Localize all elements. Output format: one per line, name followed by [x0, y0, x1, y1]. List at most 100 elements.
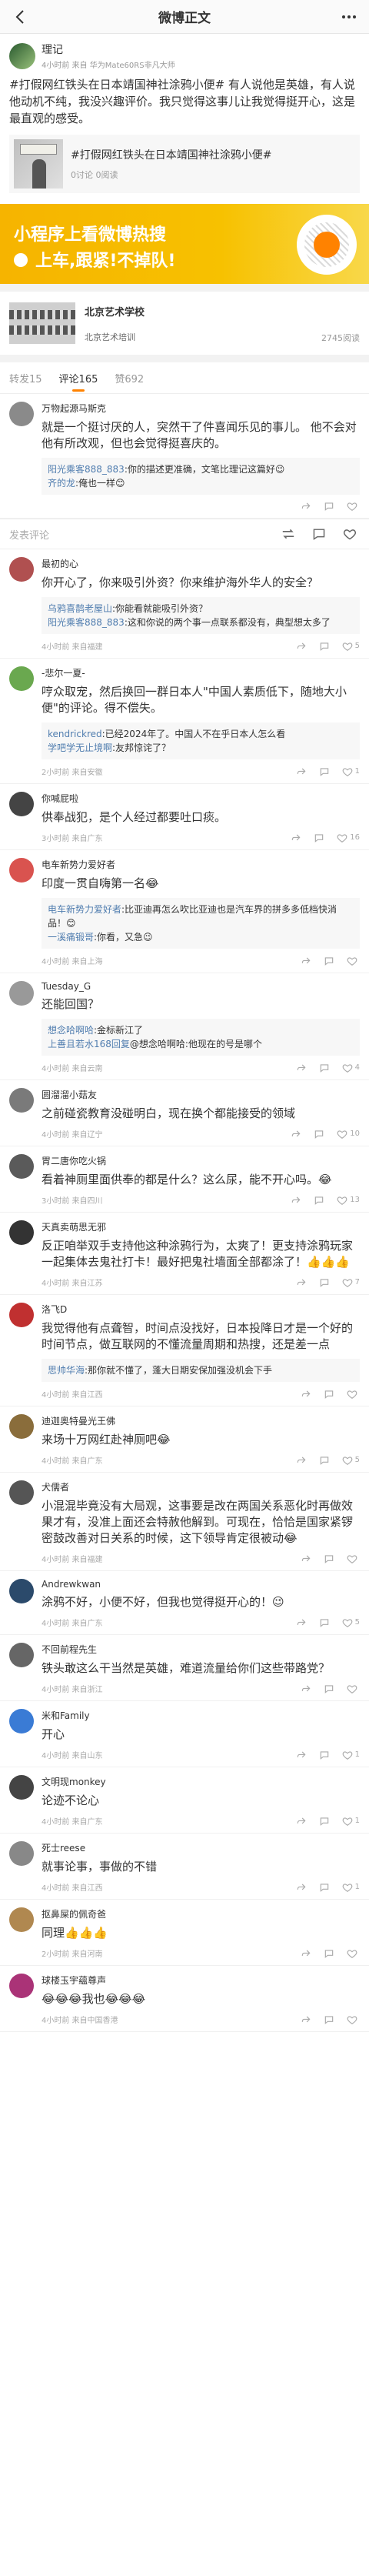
commenter-avatar[interactable]	[9, 1775, 34, 1800]
reply-icon[interactable]	[324, 501, 334, 512]
comment-replies[interactable]: 乌鸦喜鹊老屋山:你能看就能吸引外资？ 阳光乘客888_883:这和你说的两个事一点…	[42, 597, 360, 634]
comment-compose-bar[interactable]: 发表评论	[0, 519, 369, 549]
comment-like-button[interactable]	[347, 501, 360, 512]
comment-like-button[interactable]: 1	[342, 1816, 360, 1827]
share-icon[interactable]	[301, 1553, 311, 1564]
share-icon[interactable]	[301, 501, 311, 512]
reply-icon[interactable]	[319, 766, 330, 777]
share-icon[interactable]	[296, 1455, 307, 1466]
commenter-avatar[interactable]	[9, 981, 34, 1006]
author-avatar[interactable]	[9, 42, 35, 69]
share-icon[interactable]	[301, 1683, 311, 1694]
commenter-avatar[interactable]	[9, 1154, 34, 1179]
reply-icon[interactable]	[319, 1750, 330, 1760]
commenter-name[interactable]: 球楼玉宇蘊尊声	[42, 1974, 360, 1987]
share-icon[interactable]	[291, 1195, 301, 1206]
reply-author[interactable]: 阳光乘客888_883	[48, 464, 125, 475]
comment-replies[interactable]: 思帅华海:那你就不懂了，蓬大日期安保加强没机会下手	[42, 1359, 360, 1382]
share-icon[interactable]	[296, 1617, 307, 1628]
share-icon[interactable]	[296, 641, 307, 652]
reply-author[interactable]: 学吧学无止境啊	[48, 742, 112, 753]
comment-replies[interactable]: kendrickred:已经2024年了。中国人不在乎日本人怎么看 学吧学无止境啊…	[42, 722, 360, 759]
reply-author[interactable]: 齐的龙	[48, 478, 75, 489]
commenter-name[interactable]: 犬儒者	[42, 1480, 360, 1493]
commenter-avatar[interactable]	[9, 1579, 34, 1603]
reply-author[interactable]: 电车新势力爱好者	[48, 904, 121, 915]
comment-like-button[interactable]	[347, 1553, 360, 1564]
reply-icon[interactable]	[324, 1553, 334, 1564]
comment-like-button[interactable]: 13	[337, 1195, 360, 1206]
repost-icon[interactable]	[278, 526, 298, 542]
share-icon[interactable]	[301, 1948, 311, 1959]
commenter-avatar[interactable]	[9, 1907, 34, 1932]
comment-like-button[interactable]: 16	[337, 833, 360, 843]
commenter-name[interactable]: 抠鼻屎的佩奇爸	[42, 1907, 360, 1920]
reply-icon[interactable]	[324, 1389, 334, 1400]
commenter-avatar[interactable]	[9, 1841, 34, 1866]
topic-card[interactable]: #打假网红铁头在日本靖国神社涂鸦小便# 0讨论 0阅读	[9, 135, 360, 193]
reply-icon[interactable]	[319, 1882, 330, 1893]
reply-icon[interactable]	[319, 1277, 330, 1288]
commenter-avatar[interactable]	[9, 1643, 34, 1667]
reply-author[interactable]: 思帅华海	[48, 1365, 85, 1376]
commenter-avatar[interactable]	[9, 557, 34, 582]
reply-author[interactable]: 想念哈啊哈	[48, 1025, 94, 1036]
share-icon[interactable]	[296, 1063, 307, 1073]
share-icon[interactable]	[291, 1129, 301, 1140]
comment-replies[interactable]: 电车新势力爱好者:比亚迪再怎么吹比亚迪也是汽车界的拼多多低档快消品！😊 一溪痛锻哥…	[42, 898, 360, 949]
commenter-avatar[interactable]	[9, 792, 34, 816]
comment-replies[interactable]: 阳光乘客888_883:你的描述更准确，文笔比理记这篇好😉 齐的龙:俺也一样😊	[42, 458, 360, 495]
share-icon[interactable]	[291, 833, 301, 843]
share-icon[interactable]	[296, 1882, 307, 1893]
commenter-name[interactable]: 天真卖萌思无邪	[42, 1220, 360, 1233]
reply-author[interactable]: 乌鸦喜鹊老屋山	[48, 603, 112, 614]
comment-like-button[interactable]: 1	[342, 1750, 360, 1760]
reply-author[interactable]: 阳光乘客888_883	[48, 617, 125, 628]
commenter-name[interactable]: 万物起源马斯克	[42, 402, 360, 415]
commenter-avatar[interactable]	[9, 1414, 34, 1439]
tab-likes[interactable]: 赞692	[115, 362, 144, 393]
sponsor-card[interactable]: 北京艺术学校 北京艺术培训 2745阅读	[0, 284, 369, 355]
comment-like-button[interactable]	[347, 956, 360, 966]
commenter-name[interactable]: 迪迦奥特曼光王佛	[42, 1414, 360, 1427]
author-name[interactable]: 理记	[42, 42, 360, 57]
back-button[interactable]	[9, 6, 31, 28]
reply-icon[interactable]	[314, 1195, 324, 1206]
reply-icon[interactable]	[319, 1816, 330, 1827]
tab-comments[interactable]: 评论165	[59, 362, 98, 393]
commenter-name[interactable]: 不回前程先生	[42, 1643, 360, 1656]
comment-like-button[interactable]	[347, 2014, 360, 2025]
commenter-name[interactable]: -悲尔一夏-	[42, 666, 360, 679]
comment-like-button[interactable]: 7	[342, 1277, 360, 1288]
comment-like-button[interactable]	[347, 1948, 360, 1959]
comment-like-button[interactable]: 1	[342, 766, 360, 777]
tab-reposts[interactable]: 转发15	[9, 362, 42, 393]
comment-icon[interactable]	[309, 526, 329, 542]
reply-author[interactable]: 一溪痛锻哥	[48, 932, 94, 943]
commenter-avatar[interactable]	[9, 402, 34, 426]
comment-like-button[interactable]	[347, 1683, 360, 1694]
comment-input[interactable]: 发表评论	[9, 527, 268, 542]
share-icon[interactable]	[296, 1750, 307, 1760]
reply-icon[interactable]	[319, 1063, 330, 1073]
reply-icon[interactable]	[314, 833, 324, 843]
commenter-name[interactable]: 洛飞D	[42, 1303, 360, 1316]
comment-like-button[interactable]: 1	[342, 1882, 360, 1893]
reply-icon[interactable]	[324, 956, 334, 966]
share-icon[interactable]	[301, 956, 311, 966]
reply-icon[interactable]	[324, 2014, 334, 2025]
share-icon[interactable]	[301, 1389, 311, 1400]
comment-like-button[interactable]: 5	[342, 1455, 360, 1466]
commenter-name[interactable]: 文明现monkey	[42, 1775, 360, 1788]
reply-icon[interactable]	[319, 641, 330, 652]
commenter-name[interactable]: 死士reese	[42, 1841, 360, 1854]
reply-icon[interactable]	[319, 1617, 330, 1628]
reply-icon[interactable]	[324, 1948, 334, 1959]
share-icon[interactable]	[301, 2014, 311, 2025]
comment-like-button[interactable]: 4	[342, 1063, 360, 1073]
commenter-avatar[interactable]	[9, 1974, 34, 1998]
comment-like-button[interactable]: 10	[337, 1129, 360, 1140]
reply-author[interactable]: kendrickred	[48, 729, 102, 739]
commenter-name[interactable]: 你喊屁啦	[42, 792, 360, 805]
reply-icon[interactable]	[314, 1129, 324, 1140]
